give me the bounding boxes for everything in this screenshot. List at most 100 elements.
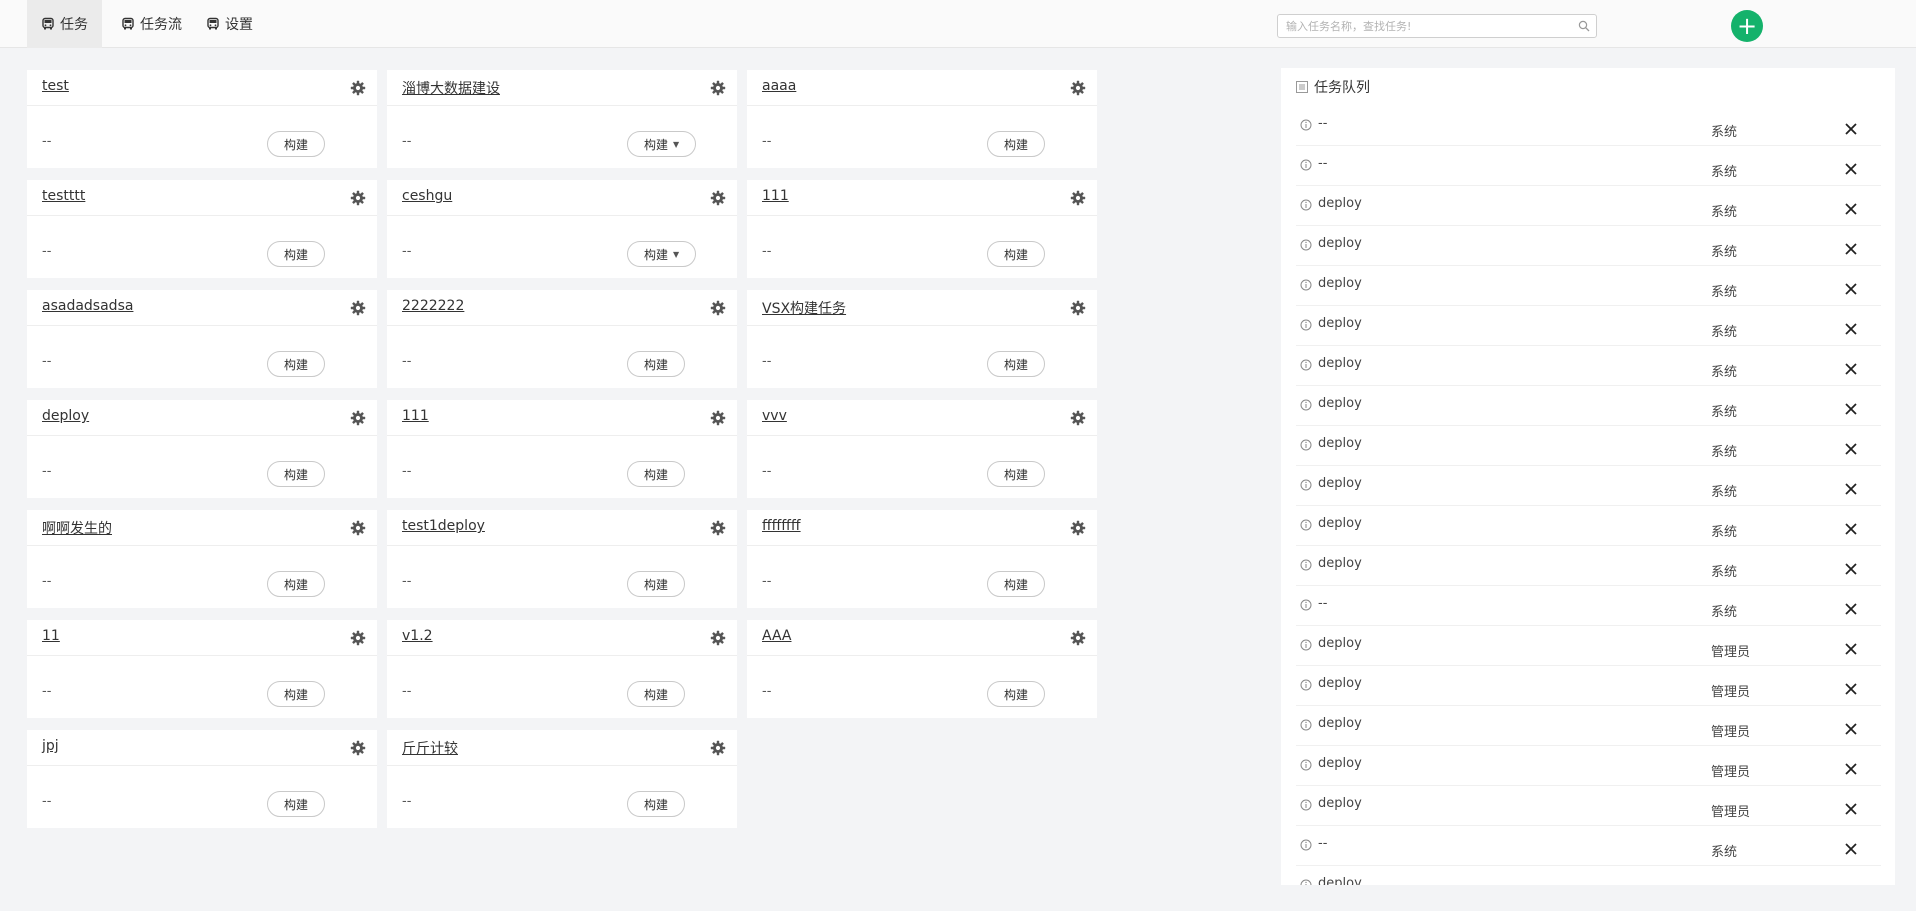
- task-title-link[interactable]: 斤斤计较: [402, 738, 458, 758]
- gear-icon[interactable]: [710, 300, 726, 316]
- queue-task-name: --: [1318, 116, 1328, 131]
- tab-task-flow[interactable]: 任务流: [107, 0, 196, 48]
- gear-icon[interactable]: [350, 410, 366, 426]
- task-title-link[interactable]: 2222222: [402, 298, 464, 314]
- task-title-link[interactable]: vvv: [762, 408, 787, 424]
- build-button[interactable]: 构建: [267, 791, 326, 817]
- task-title-link[interactable]: 111: [762, 188, 789, 204]
- gear-icon[interactable]: [710, 190, 726, 206]
- tab-settings[interactable]: 设置: [192, 0, 267, 48]
- gear-icon[interactable]: [350, 300, 366, 316]
- close-icon[interactable]: [1844, 122, 1858, 136]
- close-icon[interactable]: [1844, 282, 1858, 296]
- tab-tasks[interactable]: 任务: [27, 0, 102, 48]
- gear-icon[interactable]: [350, 190, 366, 206]
- queue-task-name: deploy: [1318, 756, 1362, 771]
- gear-icon[interactable]: [1070, 410, 1086, 426]
- close-icon[interactable]: [1844, 322, 1858, 336]
- search-input[interactable]: [1278, 15, 1568, 37]
- close-icon[interactable]: [1844, 722, 1858, 736]
- task-title-link[interactable]: ffffffff: [762, 518, 801, 534]
- gear-icon[interactable]: [710, 80, 726, 96]
- gear-icon[interactable]: [350, 740, 366, 756]
- close-icon[interactable]: [1844, 522, 1858, 536]
- task-card-header: testttt: [27, 180, 377, 216]
- close-icon[interactable]: [1844, 162, 1858, 176]
- gear-icon[interactable]: [1070, 630, 1086, 646]
- gear-icon[interactable]: [1070, 300, 1086, 316]
- build-button[interactable]: 构建: [267, 461, 326, 487]
- task-title-link[interactable]: aaaa: [762, 78, 796, 94]
- close-icon[interactable]: [1844, 602, 1858, 616]
- task-title-link[interactable]: deploy: [42, 408, 89, 424]
- gear-icon[interactable]: [710, 630, 726, 646]
- search-box: [1277, 14, 1597, 38]
- close-icon[interactable]: [1844, 402, 1858, 416]
- gear-icon[interactable]: [1070, 190, 1086, 206]
- task-title-link[interactable]: 11: [42, 628, 60, 644]
- close-icon[interactable]: [1844, 682, 1858, 696]
- task-card: test -- 构建: [27, 70, 377, 168]
- bus-icon: [42, 17, 54, 30]
- gear-icon[interactable]: [1070, 80, 1086, 96]
- queue-user: 系统: [1711, 365, 1738, 380]
- close-icon[interactable]: [1844, 442, 1858, 456]
- build-button[interactable]: 构建: [987, 681, 1046, 707]
- task-card: aaaa -- 构建: [747, 70, 1097, 168]
- close-icon[interactable]: [1844, 842, 1858, 856]
- build-button[interactable]: 构建: [627, 791, 686, 817]
- build-button[interactable]: 构建: [987, 461, 1046, 487]
- task-title-link[interactable]: jpj: [42, 738, 59, 754]
- search-icon[interactable]: [1578, 20, 1590, 32]
- build-button[interactable]: 构建: [267, 351, 326, 377]
- build-button[interactable]: 构建: [267, 131, 326, 157]
- task-title-link[interactable]: v1.2: [402, 628, 433, 644]
- gear-icon[interactable]: [350, 80, 366, 96]
- tab-task-flow-label: 任务流: [140, 17, 182, 33]
- build-button[interactable]: 构建: [987, 351, 1046, 377]
- task-title-link[interactable]: VSX构建任务: [762, 298, 846, 318]
- queue-row: deploy 管理员: [1296, 746, 1881, 786]
- close-icon[interactable]: [1844, 562, 1858, 576]
- gear-icon[interactable]: [710, 740, 726, 756]
- task-title-link[interactable]: ceshgu: [402, 188, 452, 204]
- gear-icon[interactable]: [350, 630, 366, 646]
- queue-task-name: deploy: [1318, 356, 1362, 371]
- build-button[interactable]: 构建: [267, 571, 326, 597]
- build-button[interactable]: 构建: [627, 351, 686, 377]
- build-button[interactable]: 构建: [987, 241, 1046, 267]
- gear-icon[interactable]: [1070, 520, 1086, 536]
- task-title-link[interactable]: test1deploy: [402, 518, 485, 534]
- task-title-link[interactable]: AAA: [762, 628, 792, 644]
- close-icon[interactable]: [1844, 482, 1858, 496]
- build-button[interactable]: 构建: [267, 681, 326, 707]
- close-icon[interactable]: [1844, 362, 1858, 376]
- task-title-link[interactable]: 淄博大数据建设: [402, 78, 500, 98]
- build-button[interactable]: 构建 ▼: [627, 241, 697, 267]
- build-button[interactable]: 构建 ▼: [627, 131, 697, 157]
- task-title-link[interactable]: testttt: [42, 188, 85, 204]
- close-icon[interactable]: [1844, 802, 1858, 816]
- add-task-button[interactable]: +: [1731, 10, 1763, 42]
- build-button[interactable]: 构建: [987, 131, 1046, 157]
- build-button[interactable]: 构建: [627, 461, 686, 487]
- build-button[interactable]: 构建: [627, 571, 686, 597]
- close-icon[interactable]: [1844, 242, 1858, 256]
- gear-icon[interactable]: [710, 520, 726, 536]
- close-icon[interactable]: [1844, 642, 1858, 656]
- bus-icon: [122, 17, 134, 30]
- close-icon[interactable]: [1844, 762, 1858, 776]
- build-button[interactable]: 构建: [627, 681, 686, 707]
- build-button[interactable]: 构建: [267, 241, 326, 267]
- task-title-link[interactable]: asadadsadsa: [42, 298, 133, 314]
- build-button[interactable]: 构建: [987, 571, 1046, 597]
- gear-icon[interactable]: [710, 410, 726, 426]
- top-nav-bar: 任务 任务流 设置 +: [0, 0, 1916, 48]
- bus-icon: [207, 17, 219, 30]
- task-title-link[interactable]: 111: [402, 408, 429, 424]
- queue-task-name: deploy: [1318, 276, 1362, 291]
- gear-icon[interactable]: [350, 520, 366, 536]
- task-title-link[interactable]: test: [42, 78, 69, 94]
- task-title-link[interactable]: 啊啊发生的: [42, 518, 112, 538]
- close-icon[interactable]: [1844, 202, 1858, 216]
